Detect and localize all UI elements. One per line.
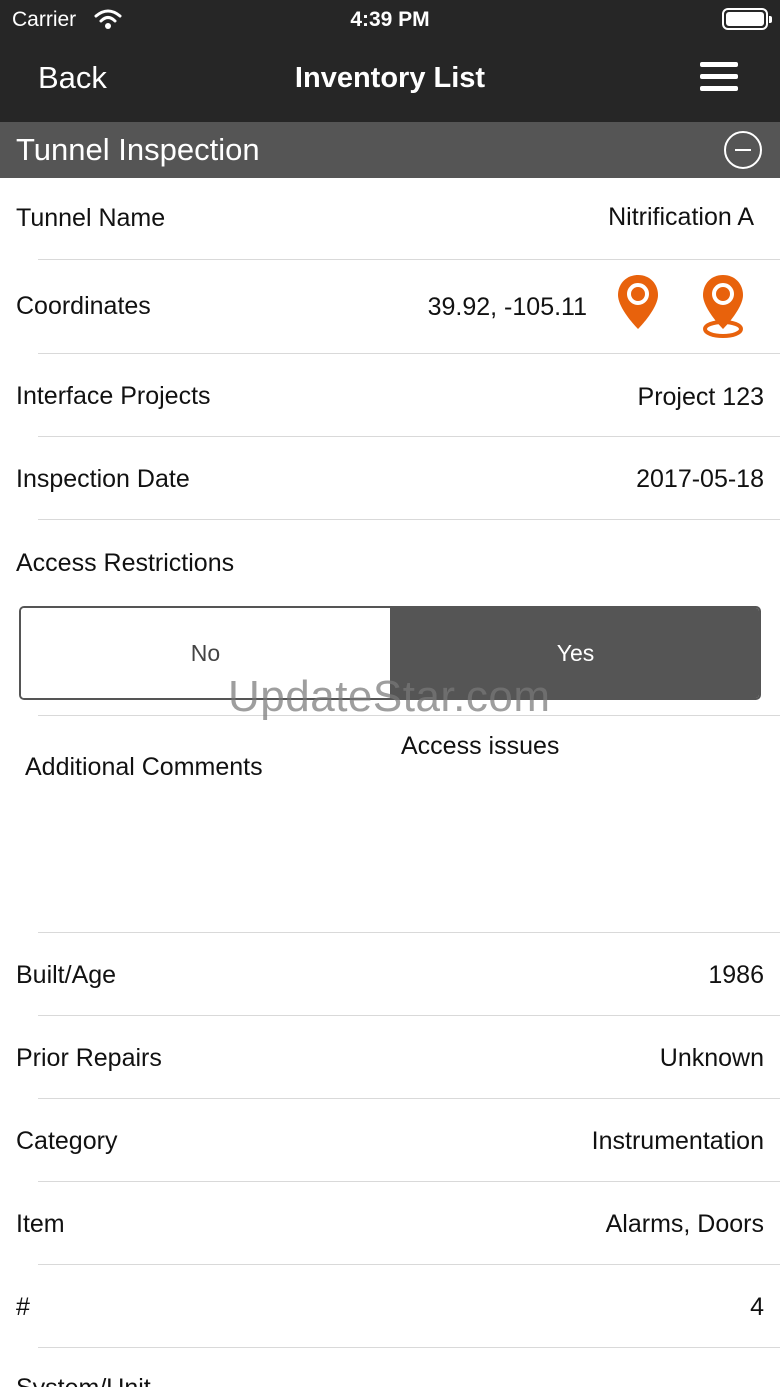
count-value: 4 <box>750 1293 764 1321</box>
item-value: Alarms, Doors <box>605 1210 764 1238</box>
row-system-unit[interactable]: System/Unit <box>0 1348 780 1387</box>
row-category[interactable]: Category Instrumentation <box>0 1099 780 1182</box>
interface-projects-label: Interface Projects <box>16 382 211 410</box>
divider <box>38 715 780 716</box>
built-age-label: Built/Age <box>16 961 117 989</box>
hamburger-menu-icon[interactable] <box>700 60 738 94</box>
access-restrictions-segmented-control: No Yes <box>19 606 761 700</box>
interface-projects-value: Project 123 <box>637 383 764 411</box>
system-unit-label: System/Unit <box>16 1374 151 1387</box>
category-label: Category <box>16 1127 118 1155</box>
row-built-age[interactable]: Built/Age 1986 <box>0 933 780 1016</box>
additional-comments-text[interactable]: Access issues <box>401 732 559 761</box>
row-interface-projects[interactable]: Interface Projects Project 123 <box>0 354 780 437</box>
section-title: Tunnel Inspection <box>16 132 260 167</box>
inspection-date-label: Inspection Date <box>16 465 190 493</box>
row-tunnel-name[interactable]: Tunnel Name Nitrification A <box>0 178 780 260</box>
row-coordinates: Coordinates 39.92, -105.11 <box>0 260 780 354</box>
item-label: Item <box>16 1210 65 1238</box>
additional-comments-label: Additional Comments <box>25 753 263 781</box>
built-age-value: 1986 <box>708 961 764 989</box>
map-pin-drop-icon[interactable] <box>700 273 746 344</box>
prior-repairs-label: Prior Repairs <box>16 1044 162 1072</box>
minus-circle-icon[interactable] <box>724 131 762 169</box>
map-pin-icon[interactable] <box>616 273 660 336</box>
battery-icon <box>722 8 772 30</box>
access-restrictions-label: Access Restrictions <box>16 549 235 577</box>
row-inspection-date[interactable]: Inspection Date 2017-05-18 <box>0 437 780 520</box>
navigation-bar: Back Inventory List <box>0 40 780 122</box>
coordinates-label: Coordinates <box>16 292 151 320</box>
status-bar: Carrier 4:39 PM <box>0 0 780 40</box>
segment-no[interactable]: No <box>21 608 390 698</box>
row-prior-repairs[interactable]: Prior Repairs Unknown <box>0 1016 780 1099</box>
coordinates-value: 39.92, -105.11 <box>427 293 587 321</box>
prior-repairs-value: Unknown <box>659 1044 764 1072</box>
row-item[interactable]: Item Alarms, Doors <box>0 1182 780 1265</box>
row-count[interactable]: # 4 <box>0 1265 780 1348</box>
inspection-date-value: 2017-05-18 <box>636 465 764 493</box>
status-time: 4:39 PM <box>350 8 430 31</box>
count-label: # <box>16 1293 30 1321</box>
tunnel-name-label: Tunnel Name <box>16 204 166 232</box>
category-value: Instrumentation <box>591 1127 764 1155</box>
tunnel-name-value: Nitrification A <box>608 203 754 231</box>
page-title: Inventory List <box>294 62 486 94</box>
section-header[interactable]: Tunnel Inspection <box>0 122 780 178</box>
segment-yes[interactable]: Yes <box>390 608 759 698</box>
row-access-restrictions: Access Restrictions <box>0 520 780 600</box>
